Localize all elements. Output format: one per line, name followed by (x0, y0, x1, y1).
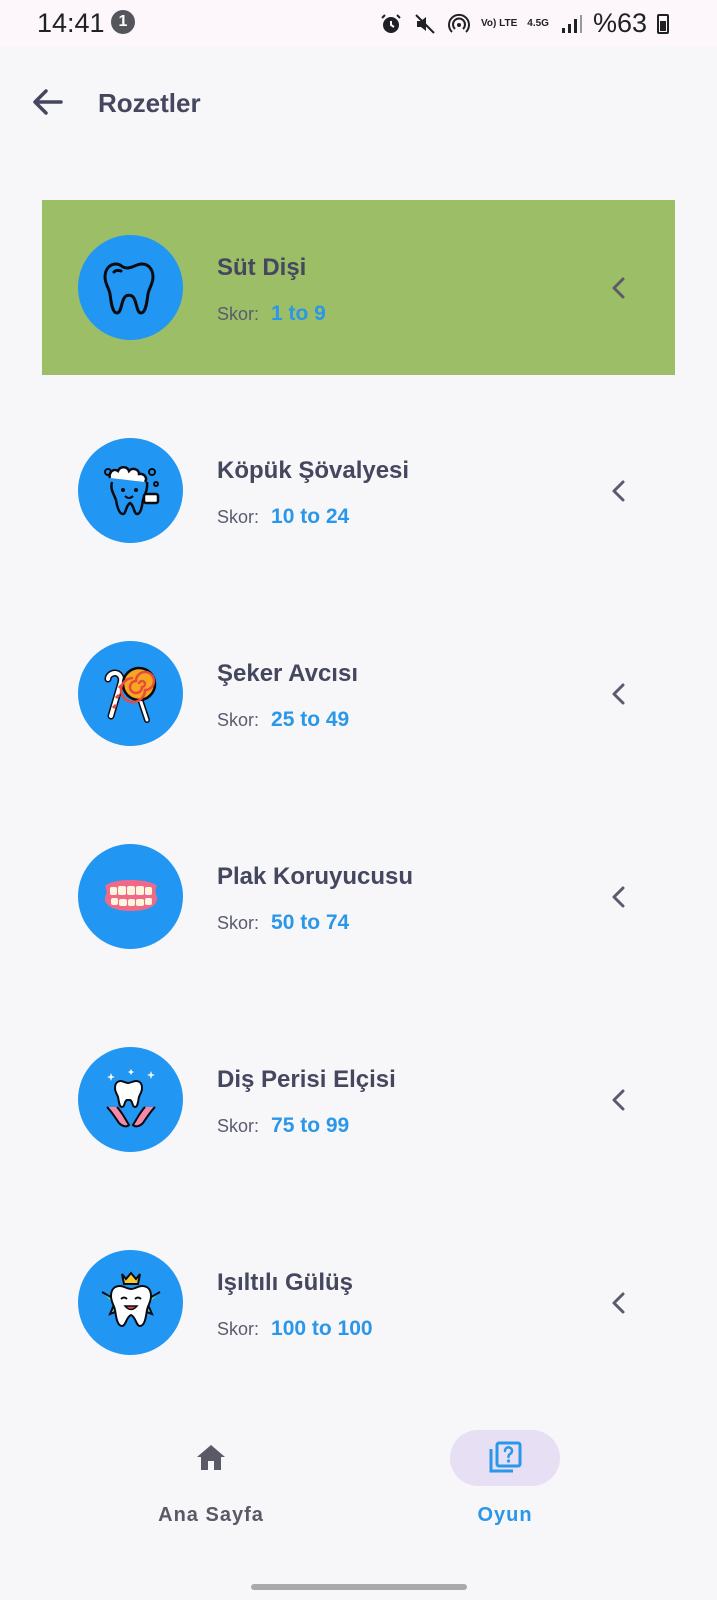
badge-name: Köpük Şövalyesi (217, 457, 410, 484)
score-label: Skor: (217, 913, 260, 933)
bottom-navigation: Ana Sayfa Oyun (0, 1400, 717, 1600)
badge-item-dis-perisi-elcisi[interactable]: Diş Perisi Elçisi Skor: 75 to 99 (42, 1012, 675, 1187)
candy-icon (104, 666, 156, 723)
score-row: Skor: 10 to 24 (217, 505, 349, 529)
badge-icon-circle (78, 641, 183, 746)
badge-item-plak-koruyucusu[interactable]: Plak Koruyucusu Skor: 50 to 74 (42, 809, 675, 984)
status-time: 14:41 (37, 8, 105, 38)
score-value: 75 to 99 (271, 1114, 350, 1137)
score-value: 25 to 49 (271, 708, 350, 731)
score-value: 10 to 24 (271, 505, 350, 528)
score-row: Skor: 100 to 100 (217, 1317, 373, 1341)
fairy-tooth-icon (105, 1068, 156, 1127)
score-label: Skor: (217, 507, 260, 527)
score-row: Skor: 50 to 74 (217, 911, 349, 935)
score-row: Skor: 25 to 49 (217, 708, 349, 732)
score-label: Skor: (217, 304, 260, 324)
badge-item-sut-disi[interactable]: Süt Dişi Skor: 1 to 9 (42, 200, 675, 375)
score-value: 1 to 9 (271, 302, 326, 325)
badge-icon-circle (78, 1250, 183, 1355)
network-speed-indicator: 4.5G (527, 17, 549, 29)
home-icon (197, 1445, 225, 1470)
badge-icon-circle (78, 844, 183, 949)
score-value: 100 to 100 (271, 1317, 373, 1340)
foam-tooth-icon (103, 465, 159, 515)
badge-icon-circle (78, 235, 183, 340)
badge-icon-circle (78, 438, 183, 543)
badge-item-kopuk-sovalyesi[interactable]: Köpük Şövalyesi Skor: 10 to 24 (42, 403, 675, 578)
badge-name: Diş Perisi Elçisi (217, 1066, 396, 1093)
chevron-left-icon (612, 1089, 625, 1111)
badge-name: Plak Koruyucusu (217, 863, 414, 890)
battery-percent: %63 (592, 8, 647, 38)
status-bar: 14:41 1 Vo) LTE 4.5G %63 (0, 0, 717, 46)
tooth-icon (102, 261, 155, 315)
score-label: Skor: (217, 1319, 260, 1339)
quiz-icon (489, 1441, 522, 1473)
alarm-icon (381, 13, 401, 33)
nav-home-pill (156, 1430, 266, 1486)
nav-game-label: Oyun (477, 1504, 533, 1526)
badge-icon-circle (78, 1047, 183, 1152)
badge-list: Süt Dişi Skor: 1 to 9 Köpük Şövalyesi Sk… (42, 200, 675, 1418)
signal-icon (561, 14, 582, 33)
badge-item-seker-avcisi[interactable]: Şeker Avcısı Skor: 25 to 49 (42, 606, 675, 781)
chevron-left-icon (612, 480, 625, 502)
chevron-left-icon (612, 277, 625, 299)
volte-indicator: Vo) LTE (480, 17, 518, 29)
chevron-left-icon (612, 1292, 625, 1314)
badge-item-isiltili-gulus[interactable]: Işıltılı Gülüş Skor: 100 to 100 (42, 1215, 675, 1390)
teeth-icon (104, 879, 157, 911)
crowned-tooth-icon (101, 1270, 160, 1327)
nav-home-label: Ana Sayfa (158, 1504, 264, 1526)
mute-icon (415, 13, 435, 34)
badge-name: Şeker Avcısı (217, 660, 358, 687)
back-button[interactable] (28, 82, 68, 122)
score-label: Skor: (217, 710, 260, 730)
home-indicator[interactable] (251, 1584, 467, 1590)
battery-icon (657, 13, 669, 34)
nav-item-home[interactable]: Ana Sayfa (111, 1430, 311, 1540)
chevron-left-icon (612, 683, 625, 705)
nav-game-pill (450, 1430, 560, 1486)
nav-item-game[interactable]: Oyun (405, 1430, 605, 1540)
notification-count-badge: 1 (111, 10, 135, 34)
app-bar: Rozetler (0, 60, 717, 144)
status-icons: Vo) LTE 4.5G %63 (379, 8, 669, 39)
hotspot-icon (447, 13, 470, 33)
score-row: Skor: 75 to 99 (217, 1114, 349, 1138)
badge-name: Işıltılı Gülüş (217, 1269, 354, 1296)
page-title: Rozetler (98, 88, 201, 118)
score-label: Skor: (217, 1116, 260, 1136)
arrow-left-icon (33, 89, 63, 115)
badge-name: Süt Dişi (217, 254, 307, 281)
score-value: 50 to 74 (271, 911, 350, 934)
chevron-left-icon (612, 886, 625, 908)
score-row: Skor: 1 to 9 (217, 302, 326, 326)
